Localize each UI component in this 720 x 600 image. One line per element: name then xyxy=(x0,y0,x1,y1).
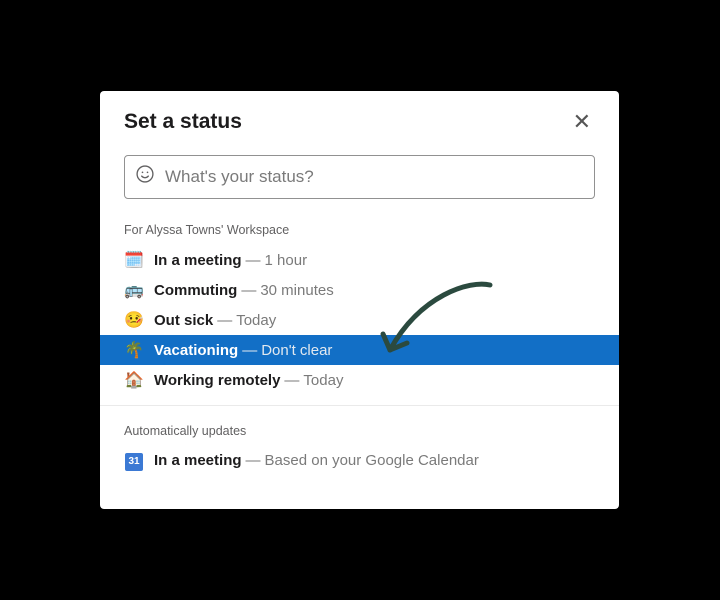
workspace-section-label: For Alyssa Towns' Workspace xyxy=(100,217,619,245)
dash: — xyxy=(284,372,299,389)
auto-section-label: Automatically updates xyxy=(100,418,619,446)
status-input-wrap: What's your status? xyxy=(124,155,595,199)
workspace-options: 🗓️ In a meeting — 1 hour 🚌 Commuting — 3… xyxy=(100,245,619,395)
status-option-label: Vacationing xyxy=(154,342,238,359)
status-option-vacationing[interactable]: 🌴 Vacationing — Don't clear xyxy=(100,335,619,365)
dash: — xyxy=(217,312,232,329)
sick-emoji-icon: 🤒 xyxy=(124,310,144,330)
calendar-emoji-icon: 🗓️ xyxy=(124,250,144,270)
status-option-detail: 1 hour xyxy=(265,252,308,269)
set-status-modal: Set a status ✕ What's your status? For A… xyxy=(100,91,619,509)
dash: — xyxy=(246,252,261,269)
dash: — xyxy=(246,452,261,469)
auto-updates-section: Automatically updates 31 In a meeting — … xyxy=(100,405,619,476)
status-option-label: In a meeting xyxy=(154,452,242,469)
status-option-meeting[interactable]: 🗓️ In a meeting — 1 hour xyxy=(100,245,619,275)
status-option-calendar-meeting[interactable]: 31 In a meeting — Based on your Google C… xyxy=(100,446,619,476)
status-option-detail: Today xyxy=(236,312,276,329)
modal-header: Set a status ✕ xyxy=(100,91,619,145)
status-option-label: Commuting xyxy=(154,282,237,299)
status-option-detail: 30 minutes xyxy=(260,282,333,299)
status-option-label: Out sick xyxy=(154,312,213,329)
auto-options: 31 In a meeting — Based on your Google C… xyxy=(100,446,619,476)
close-button[interactable]: ✕ xyxy=(569,109,595,135)
palm-emoji-icon: 🌴 xyxy=(124,340,144,360)
status-option-label: In a meeting xyxy=(154,252,242,269)
status-option-commuting[interactable]: 🚌 Commuting — 30 minutes xyxy=(100,275,619,305)
google-calendar-icon: 31 xyxy=(124,451,144,471)
status-option-remote[interactable]: 🏠 Working remotely — Today xyxy=(100,365,619,395)
status-option-sick[interactable]: 🤒 Out sick — Today xyxy=(100,305,619,335)
emoji-picker-icon[interactable] xyxy=(135,164,155,190)
status-option-detail: Based on your Google Calendar xyxy=(265,452,479,469)
house-emoji-icon: 🏠 xyxy=(124,370,144,390)
status-input[interactable]: What's your status? xyxy=(124,155,595,199)
bus-emoji-icon: 🚌 xyxy=(124,280,144,300)
status-option-detail: Don't clear xyxy=(261,342,332,359)
status-input-placeholder: What's your status? xyxy=(165,167,314,187)
dash: — xyxy=(241,282,256,299)
status-option-label: Working remotely xyxy=(154,372,280,389)
dash: — xyxy=(242,342,257,359)
status-option-detail: Today xyxy=(303,372,343,389)
modal-title: Set a status xyxy=(124,110,242,134)
